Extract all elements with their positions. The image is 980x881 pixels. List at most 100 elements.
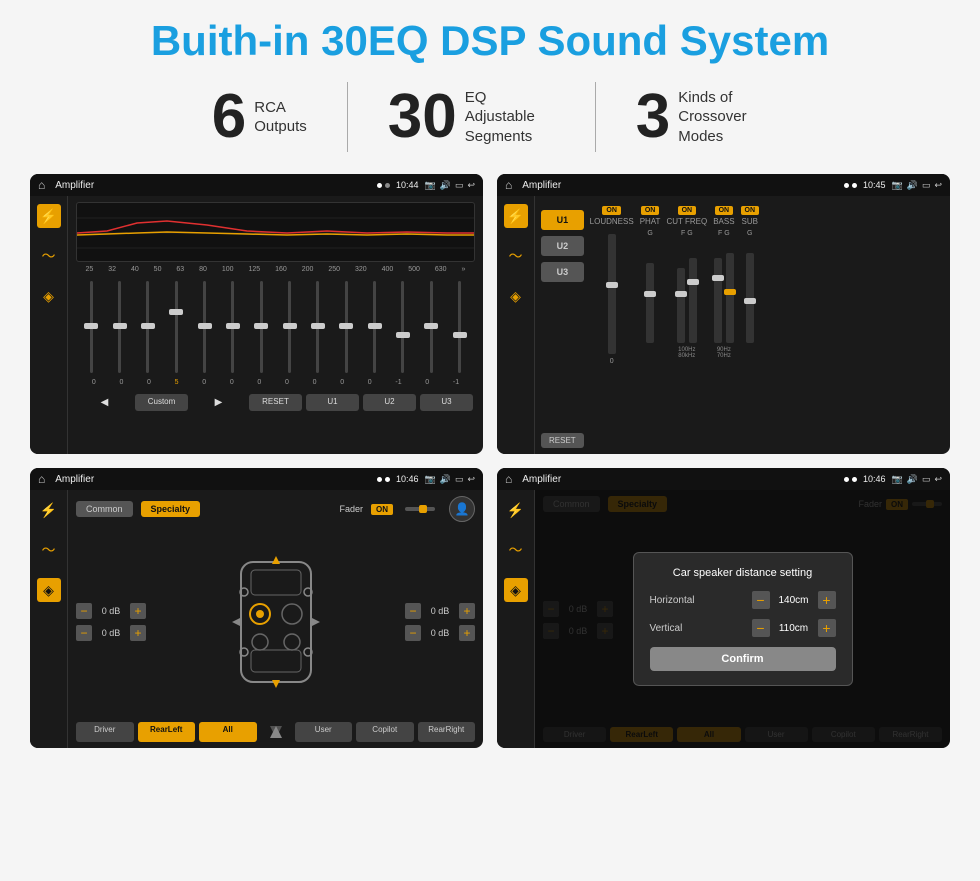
- vol1-minus[interactable]: −: [76, 603, 92, 619]
- eq-track-13[interactable]: [458, 281, 461, 373]
- horizontal-minus[interactable]: −: [752, 591, 770, 609]
- vol2-minus[interactable]: −: [76, 625, 92, 641]
- u3-preset-btn[interactable]: U3: [541, 262, 584, 282]
- phat-slider[interactable]: [644, 291, 656, 297]
- dlg-filter-icon[interactable]: ⚡: [504, 498, 528, 522]
- horizontal-plus[interactable]: +: [818, 591, 836, 609]
- spk-wave-icon[interactable]: 〜: [37, 538, 61, 562]
- custom-btn[interactable]: Custom: [135, 394, 188, 411]
- eq-track-4[interactable]: [203, 281, 206, 373]
- bass-on[interactable]: ON: [715, 206, 734, 215]
- bass-slider-f[interactable]: [712, 275, 724, 281]
- driver-btn[interactable]: Driver: [76, 722, 134, 742]
- all-btn[interactable]: All: [199, 722, 257, 742]
- back-icon-4[interactable]: ↩: [934, 474, 942, 485]
- home-icon-2[interactable]: ⌂: [505, 178, 512, 192]
- fader-slider-svg[interactable]: [405, 503, 435, 515]
- confirm-button[interactable]: Confirm: [650, 647, 836, 671]
- eq-track-1[interactable]: [118, 281, 121, 373]
- reset-btn[interactable]: RESET: [249, 394, 302, 411]
- vertical-minus[interactable]: −: [752, 619, 770, 637]
- eq-track-5[interactable]: [231, 281, 234, 373]
- val-9: 0: [340, 379, 344, 386]
- eq-thumb-0[interactable]: [84, 323, 98, 329]
- u2-btn[interactable]: U2: [363, 394, 416, 411]
- cutfreq-on[interactable]: ON: [678, 206, 697, 215]
- bass-slider-g[interactable]: [724, 289, 736, 295]
- eq-thumb-3[interactable]: [169, 309, 183, 315]
- eq-thumb-5[interactable]: [226, 323, 240, 329]
- sub-on[interactable]: ON: [741, 206, 760, 215]
- eq-thumb-10[interactable]: [368, 323, 382, 329]
- loudness-slider[interactable]: [606, 282, 618, 288]
- eq-thumb-1[interactable]: [113, 323, 127, 329]
- eq-thumb-13[interactable]: [453, 332, 467, 338]
- eq-thumb-2[interactable]: [141, 323, 155, 329]
- dlg-speaker-icon[interactable]: ◈: [504, 578, 528, 602]
- eq-track-9[interactable]: [345, 281, 348, 373]
- eq-track-11[interactable]: [401, 281, 404, 373]
- home-icon-3[interactable]: ⌂: [38, 472, 45, 486]
- eq-thumb-7[interactable]: [283, 323, 297, 329]
- dlg-wave-icon[interactable]: 〜: [504, 538, 528, 562]
- screen4-time: 10:46: [863, 474, 886, 484]
- eq-track-3[interactable]: [175, 281, 178, 373]
- eq-thumb-8[interactable]: [311, 323, 325, 329]
- copilot-btn[interactable]: Copilot: [356, 722, 414, 742]
- vol3-plus[interactable]: +: [459, 603, 475, 619]
- eq-track-2[interactable]: [146, 281, 149, 373]
- prev-btn[interactable]: ◀: [78, 394, 131, 411]
- vol4-plus[interactable]: +: [459, 625, 475, 641]
- rearright-btn[interactable]: RearRight: [418, 722, 476, 742]
- amp-speaker-icon[interactable]: ◈: [504, 284, 528, 308]
- eq-thumb-4[interactable]: [198, 323, 212, 329]
- back-icon[interactable]: ↩: [467, 180, 475, 191]
- eq-track-6[interactable]: [260, 281, 263, 373]
- eq-track-0[interactable]: [90, 281, 93, 373]
- eq-thumb-9[interactable]: [339, 323, 353, 329]
- vertical-plus[interactable]: +: [818, 619, 836, 637]
- eq-track-7[interactable]: [288, 281, 291, 373]
- eq-thumb-6[interactable]: [254, 323, 268, 329]
- eq-thumb-12[interactable]: [424, 323, 438, 329]
- volume-icon-3: 🔊: [440, 474, 451, 485]
- amp-wave-icon[interactable]: 〜: [504, 244, 528, 268]
- home-icon-1[interactable]: ⌂: [38, 178, 45, 192]
- amp-filter-icon[interactable]: ⚡: [504, 204, 528, 228]
- specialty-tab[interactable]: Specialty: [141, 501, 201, 517]
- u2-preset-btn[interactable]: U2: [541, 236, 584, 256]
- back-icon-2[interactable]: ↩: [934, 180, 942, 191]
- settings-icon[interactable]: 👤: [449, 496, 475, 522]
- user-btn[interactable]: User: [295, 722, 353, 742]
- eq-wave-icon[interactable]: 〜: [37, 244, 61, 268]
- u1-preset-btn[interactable]: U1: [541, 210, 584, 230]
- vol3-minus[interactable]: −: [405, 603, 421, 619]
- next-btn[interactable]: ▶: [192, 394, 245, 411]
- spk-speaker-icon[interactable]: ◈: [37, 578, 61, 602]
- back-icon-3[interactable]: ↩: [467, 474, 475, 485]
- expand-icon[interactable]: [261, 722, 291, 742]
- home-icon-4[interactable]: ⌂: [505, 472, 512, 486]
- spk-filter-icon[interactable]: ⚡: [37, 498, 61, 522]
- vol4-minus[interactable]: −: [405, 625, 421, 641]
- u1-btn[interactable]: U1: [306, 394, 359, 411]
- cutfreq-slider-g[interactable]: [687, 279, 699, 285]
- val-13: -1: [453, 379, 459, 386]
- vol2-plus[interactable]: +: [130, 625, 146, 641]
- eq-track-8[interactable]: [316, 281, 319, 373]
- phat-on[interactable]: ON: [641, 206, 660, 215]
- eq-track-12[interactable]: [430, 281, 433, 373]
- eq-track-10[interactable]: [373, 281, 376, 373]
- u3-btn[interactable]: U3: [420, 394, 473, 411]
- eq-speaker-icon[interactable]: ◈: [37, 284, 61, 308]
- rearleft-btn[interactable]: RearLeft: [138, 722, 196, 742]
- eq-filter-icon[interactable]: ⚡: [37, 204, 61, 228]
- sub-slider[interactable]: [744, 298, 756, 304]
- common-tab[interactable]: Common: [76, 501, 133, 517]
- loudness-on[interactable]: ON: [602, 206, 621, 215]
- fader-on-badge[interactable]: ON: [371, 504, 393, 515]
- amp-reset-btn[interactable]: RESET: [541, 433, 584, 448]
- vol1-plus[interactable]: +: [130, 603, 146, 619]
- cutfreq-slider-f[interactable]: [675, 291, 687, 297]
- eq-thumb-11[interactable]: [396, 332, 410, 338]
